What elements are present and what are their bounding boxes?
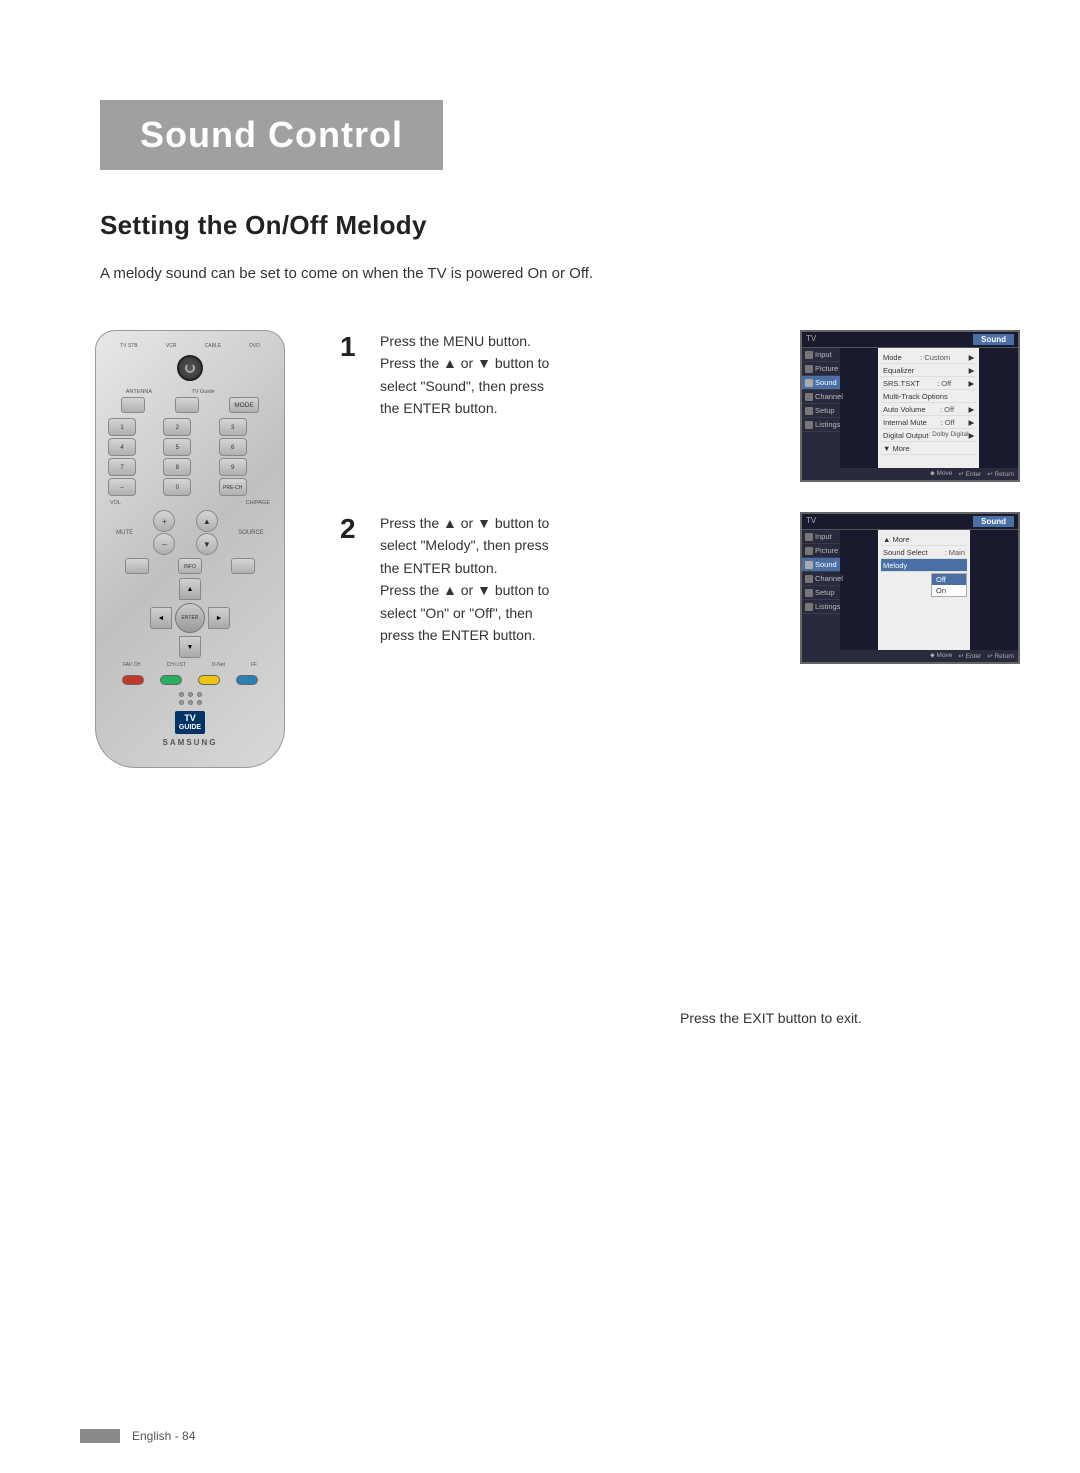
btn-prech[interactable]: PRE-CH xyxy=(219,478,247,496)
row-mode: Mode : Custom ▶ xyxy=(881,351,976,364)
ch-down[interactable]: ▼ xyxy=(196,533,218,555)
btn-1[interactable]: 1 xyxy=(108,418,136,436)
red-button[interactable] xyxy=(122,675,144,685)
step-1-number: 1 xyxy=(340,330,370,364)
dropdown-off-selected: Off xyxy=(932,574,966,585)
row-srs: SRS.TSXT : Off ▶ xyxy=(881,377,976,390)
row-melody-selected: Melody xyxy=(881,559,967,572)
screen2-content: ▲ More Sound Select : Main Melody Off On xyxy=(878,530,970,650)
yellow-button[interactable] xyxy=(198,675,220,685)
color-buttons xyxy=(106,671,274,689)
menu-sound-active: Sound xyxy=(802,376,840,390)
section-heading: Setting the On/Off Melody xyxy=(100,210,427,241)
step-2-number: 2 xyxy=(340,512,370,546)
step-2-text: Press the ▲ or ▼ button to select "Melod… xyxy=(380,512,800,646)
btn-7[interactable]: 7 xyxy=(108,458,136,476)
dpad-up[interactable]: ▲ xyxy=(179,578,201,600)
ch-up[interactable]: ▲ xyxy=(196,510,218,532)
dpad-enter[interactable]: ENTER xyxy=(175,603,205,633)
source-labels: TV STB VCR CABLE DVD xyxy=(106,343,274,349)
row-multitrack: Multi-Track Options xyxy=(881,390,976,403)
dpad-right[interactable]: ► xyxy=(208,607,230,629)
btn-dash[interactable]: – xyxy=(108,478,136,496)
steps-container: 1 Press the MENU button. Press the ▲ or … xyxy=(340,330,1020,694)
mode-row: MODE xyxy=(106,397,274,413)
melody-dropdown: Off On xyxy=(931,573,967,597)
vol-up[interactable]: + xyxy=(153,510,175,532)
tvguide-button[interactable] xyxy=(175,397,199,413)
mode-button[interactable]: MODE xyxy=(229,397,259,413)
screen1-sidebar: Input Picture Sound Channel Setup xyxy=(802,348,840,468)
btn-8[interactable]: 8 xyxy=(163,458,191,476)
btn-0[interactable]: 0 xyxy=(163,478,191,496)
page-footer: English - 84 xyxy=(80,1429,195,1443)
footer-text: English - 84 xyxy=(132,1429,195,1443)
row-equalizer: Equalizer ▶ xyxy=(881,364,976,377)
s2-menu-input: Input xyxy=(802,530,840,544)
btn-4[interactable]: 4 xyxy=(108,438,136,456)
dpad: ▲ ▼ ◄ ► ENTER xyxy=(150,578,230,658)
remote-control: TV STB VCR CABLE DVD ANTENNA TV Guide MO… xyxy=(80,330,300,768)
row-autovolume: Auto Volume : Off ▶ xyxy=(881,403,976,416)
screen-1: TV Sound Input Picture Sound Channe xyxy=(800,330,1020,482)
menu-channel: Channel xyxy=(802,390,840,404)
row-more: ▼ More xyxy=(881,442,976,455)
screen1-footer: ⬥ Move ↵ Enter ↩ Return xyxy=(802,468,1018,480)
screen2-sidebar: Input Picture Sound Channel Setup xyxy=(802,530,840,650)
dpad-left[interactable]: ◄ xyxy=(150,607,172,629)
btn-3[interactable]: 3 xyxy=(219,418,247,436)
btn-2[interactable]: 2 xyxy=(163,418,191,436)
menu-input: Input xyxy=(802,348,840,362)
s2-menu-listings: Listings xyxy=(802,600,840,614)
btn-5[interactable]: 5 xyxy=(163,438,191,456)
tvguide-logo: TV GUIDE xyxy=(106,711,274,734)
func-btn-3[interactable] xyxy=(231,558,255,574)
remote-body: TV STB VCR CABLE DVD ANTENNA TV Guide MO… xyxy=(95,330,285,768)
intro-text: A melody sound can be set to come on whe… xyxy=(100,265,593,282)
row-more2: ▲ More xyxy=(881,533,967,546)
s2-menu-setup: Setup xyxy=(802,586,840,600)
screen1-content: Mode : Custom ▶ Equalizer ▶ SRS.TSXT : O… xyxy=(878,348,979,468)
screen2-footer: ⬥ Move ↵ Enter ↩ Return xyxy=(802,650,1018,662)
btn-6[interactable]: 6 xyxy=(219,438,247,456)
s2-menu-picture: Picture xyxy=(802,544,840,558)
title-banner: Sound Control xyxy=(100,100,443,170)
s2-menu-sound-active: Sound xyxy=(802,558,840,572)
row-internalmute: Internal Mute : Off ▶ xyxy=(881,416,976,429)
footer-bar xyxy=(80,1429,120,1443)
page-title: Sound Control xyxy=(140,114,403,156)
func-btn-1[interactable] xyxy=(125,558,149,574)
green-button[interactable] xyxy=(160,675,182,685)
samsung-brand: SAMSUNG xyxy=(106,738,274,747)
row-soundselect: Sound Select : Main xyxy=(881,546,967,559)
screen-2: TV Sound Input Picture Sound Channe xyxy=(800,512,1020,664)
step-2: 2 Press the ▲ or ▼ button to select "Mel… xyxy=(340,512,1020,664)
screen2-header: TV Sound xyxy=(802,514,1018,530)
menu-picture: Picture xyxy=(802,362,840,376)
exit-text: Press the EXIT button to exit. xyxy=(680,1010,862,1026)
power-button[interactable] xyxy=(177,355,203,381)
antenna-button[interactable] xyxy=(121,397,145,413)
s2-menu-channel: Channel xyxy=(802,572,840,586)
menu-setup: Setup xyxy=(802,404,840,418)
dropdown-on: On xyxy=(932,585,966,596)
power-icon xyxy=(185,363,195,373)
antenna-tvguide-row: ANTENNA TV Guide xyxy=(106,389,274,395)
step-1: 1 Press the MENU button. Press the ▲ or … xyxy=(340,330,1020,482)
menu-listings: Listings xyxy=(802,418,840,432)
numpad: 1 2 3 4 5 6 7 8 9 – 0 PRE-CH xyxy=(106,416,274,498)
btn-9[interactable]: 9 xyxy=(219,458,247,476)
dpad-down[interactable]: ▼ xyxy=(179,636,201,658)
func-btn-2[interactable]: INFO xyxy=(178,558,202,574)
step-1-text: Press the MENU button. Press the ▲ or ▼ … xyxy=(380,330,800,420)
vol-down[interactable]: – xyxy=(153,533,175,555)
row-digital: Digital Output : Dolby Digital ▶ xyxy=(881,429,976,442)
blue-button[interactable] xyxy=(236,675,258,685)
screen1-header: TV Sound xyxy=(802,332,1018,348)
indicator-dots-2 xyxy=(106,700,274,705)
indicator-dots xyxy=(106,692,274,697)
